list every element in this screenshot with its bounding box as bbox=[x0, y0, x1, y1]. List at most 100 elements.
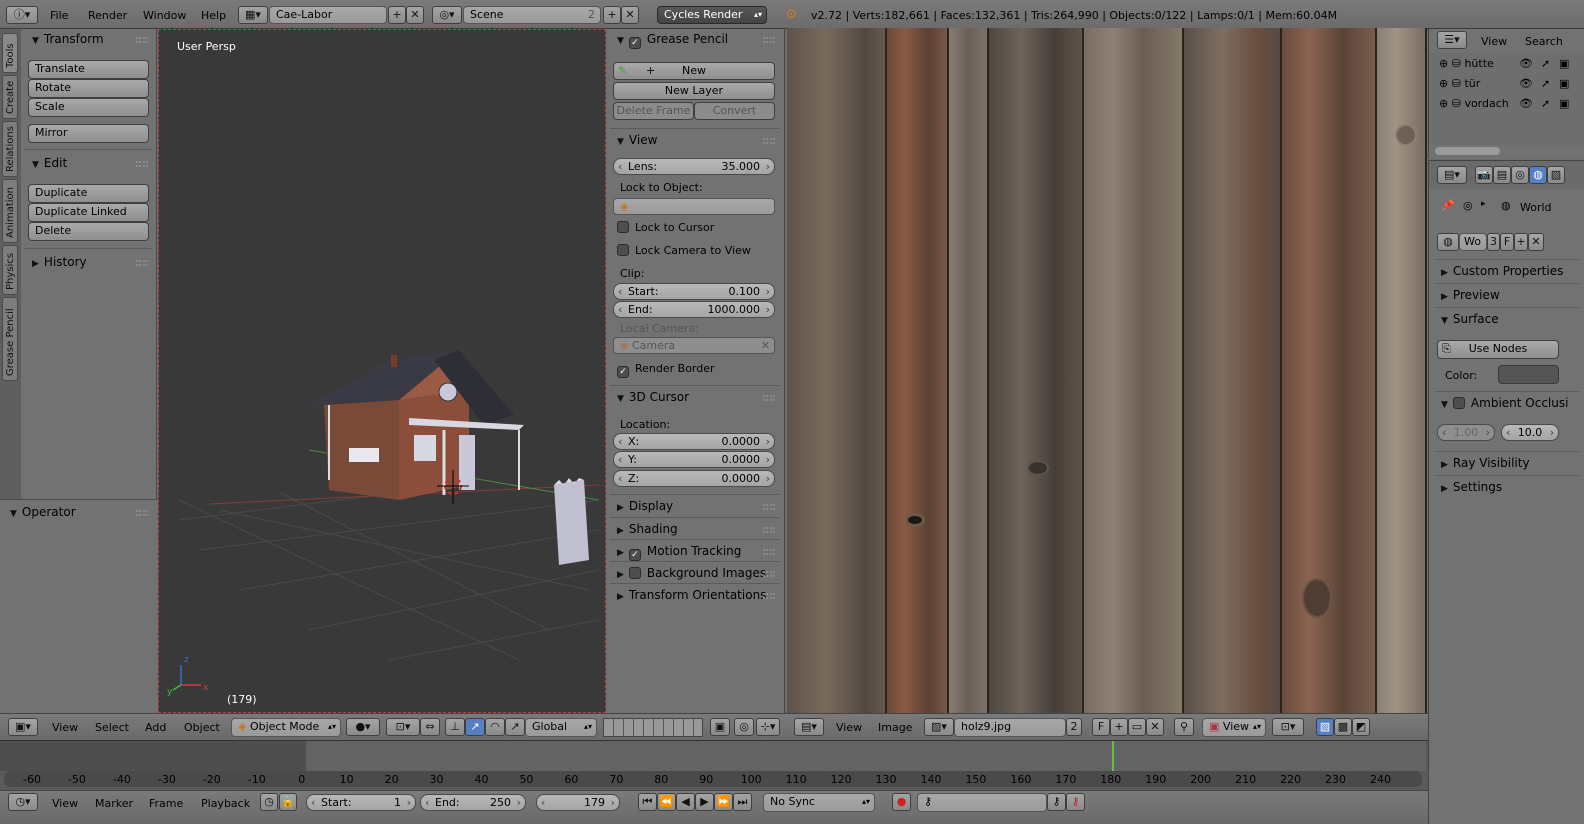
world-unlink-icon[interactable]: ✕ bbox=[1528, 233, 1544, 251]
pin-icon[interactable]: 📌 bbox=[1441, 199, 1455, 212]
cursor-y-field[interactable]: Y:0.0000 bbox=[613, 451, 775, 468]
transform-orientations-header[interactable]: ▶ Transform Orientations bbox=[617, 585, 766, 605]
record-icon[interactable]: ● bbox=[892, 793, 911, 811]
ray-visibility-header[interactable]: ▶ Ray Visibility bbox=[1441, 453, 1530, 473]
delete-screen-button[interactable]: ✕ bbox=[406, 6, 424, 24]
view-panel-header[interactable]: ▼ View bbox=[617, 130, 657, 150]
play-icon[interactable]: ▶ bbox=[695, 793, 714, 811]
outliner-search-menu[interactable]: Search bbox=[1525, 35, 1563, 48]
layers-context-icon[interactable]: ▤ bbox=[1493, 166, 1511, 184]
delete-scene-button[interactable]: ✕ bbox=[621, 6, 639, 24]
translate-manipulator-icon[interactable]: ⊥ bbox=[445, 718, 465, 736]
tab-animation[interactable]: Animation bbox=[2, 179, 18, 243]
outliner-view-menu[interactable]: View bbox=[1481, 35, 1507, 48]
preview-range-icon[interactable]: ◷ bbox=[260, 793, 278, 811]
grease-pencil-new-button[interactable]: ✎ + New bbox=[613, 62, 775, 80]
timeline[interactable]: -60 -50 -40 -30 -20 -10 0 10 20 30 40 50 60 70 80 90 100… bbox=[0, 740, 1428, 790]
render-camera-icon[interactable]: ▣ bbox=[1559, 97, 1569, 110]
ambient-occlusion-header[interactable]: ▼ Ambient Occlusi bbox=[1441, 393, 1568, 413]
tab-physics[interactable]: Physics bbox=[2, 245, 18, 295]
duplicate-linked-button[interactable]: Duplicate Linked bbox=[28, 203, 149, 222]
properties-editor-type-icon[interactable]: ▤▾ bbox=[1437, 166, 1467, 184]
render-layer-icon[interactable]: ▣ bbox=[710, 718, 730, 736]
display-panel-header[interactable]: ▶ Display bbox=[617, 496, 673, 516]
screen-layout-icon[interactable]: ▦▾ bbox=[238, 6, 268, 24]
3d-cursor-header[interactable]: ▼ 3D Cursor bbox=[617, 387, 689, 407]
render-engine-select[interactable]: Cycles Render ▴▾ bbox=[657, 6, 767, 24]
shading-panel-header[interactable]: ▶ Shading bbox=[617, 519, 678, 539]
outliner-item[interactable]: ⊕ ⛁ vordach bbox=[1439, 97, 1509, 110]
tab-create[interactable]: Create bbox=[2, 75, 18, 119]
delete-frame-button[interactable]: Delete Frame bbox=[613, 102, 694, 120]
outliner-editor-type-icon[interactable]: ☰▾ bbox=[1437, 31, 1467, 49]
drag-grip-icon[interactable] bbox=[763, 37, 775, 43]
duplicate-button[interactable]: Duplicate bbox=[28, 184, 149, 203]
world-color-swatch[interactable] bbox=[1498, 365, 1559, 384]
z-buffer-icon[interactable]: ◩ bbox=[1352, 718, 1370, 736]
render-border-checkbox[interactable]: ✓ Render Border bbox=[617, 362, 715, 378]
drag-grip-icon[interactable] bbox=[763, 593, 775, 599]
motion-tracking-checkbox[interactable]: ✓ bbox=[628, 549, 641, 561]
drag-grip-icon[interactable] bbox=[763, 395, 775, 401]
lock-camera-checkbox[interactable]: Lock Camera to View bbox=[617, 244, 751, 257]
translate-button[interactable]: Translate bbox=[28, 60, 149, 79]
display-channels-icon[interactable]: ▧ bbox=[1316, 718, 1334, 736]
open-image-icon[interactable]: ▭ bbox=[1128, 718, 1146, 736]
menu-file[interactable]: File bbox=[50, 9, 68, 22]
image-menu-view[interactable]: View bbox=[836, 721, 862, 734]
visibility-eye-icon[interactable]: 👁 bbox=[1519, 57, 1533, 70]
ambient-occlusion-checkbox[interactable] bbox=[1452, 397, 1465, 409]
start-frame-field[interactable]: Start:1 bbox=[306, 794, 416, 811]
ao-distance-field[interactable]: 10.0 bbox=[1501, 424, 1559, 441]
timeline-menu-marker[interactable]: Marker bbox=[95, 797, 133, 810]
scene-field[interactable]: Scene 2 bbox=[463, 6, 601, 24]
outliner-item[interactable]: ⊕ ⛁ hütte bbox=[1439, 57, 1494, 70]
image-pivot-icon[interactable]: ⊡▾ bbox=[1272, 718, 1304, 736]
select-cursor-icon[interactable]: ➚ bbox=[1541, 57, 1550, 70]
image-view-mode-select[interactable]: ▣ View ▴▾ bbox=[1202, 718, 1266, 737]
drag-grip-icon[interactable] bbox=[763, 138, 775, 144]
grease-pencil-header[interactable]: ▼ ✓ Grease Pencil bbox=[617, 29, 728, 49]
new-image-icon[interactable]: + bbox=[1110, 718, 1128, 736]
viewport-shading-icon[interactable]: ●▾ bbox=[346, 718, 380, 736]
add-screen-button[interactable]: + bbox=[388, 6, 406, 24]
snap-manipulator-icon[interactable]: ↗ bbox=[505, 718, 525, 736]
render-context-icon[interactable]: 📷 bbox=[1475, 166, 1493, 184]
current-frame-line[interactable] bbox=[1112, 741, 1114, 771]
manipulator-toggle-icon[interactable]: ⇔ bbox=[420, 718, 440, 736]
visibility-eye-icon[interactable]: 👁 bbox=[1519, 77, 1533, 90]
delete-keyframe-icon[interactable]: ⚷ bbox=[1066, 793, 1085, 811]
world-users-count[interactable]: 3 bbox=[1487, 233, 1500, 251]
screen-layout-field[interactable]: Cae-Labor bbox=[269, 6, 387, 24]
timeline-menu-view[interactable]: View bbox=[52, 797, 78, 810]
play-reverse-icon[interactable]: ◀ bbox=[676, 793, 695, 811]
drag-grip-icon[interactable] bbox=[763, 527, 775, 533]
snap-icon[interactable]: ⊹▾ bbox=[756, 718, 780, 736]
current-frame-field[interactable]: 179 bbox=[536, 794, 620, 811]
local-camera-field[interactable]: ◈ Camera ✕ bbox=[613, 337, 775, 354]
object-context-icon[interactable]: ▧ bbox=[1547, 166, 1565, 184]
alpha-channel-icon[interactable]: ▩ bbox=[1334, 718, 1352, 736]
drag-grip-icon[interactable] bbox=[136, 260, 148, 266]
proportional-edit-icon[interactable]: ◎ bbox=[734, 718, 754, 736]
outliner-scrollbar[interactable] bbox=[1435, 147, 1500, 155]
grease-pencil-checkbox[interactable]: ✓ bbox=[628, 37, 641, 49]
sync-mode-select[interactable]: No Sync ▴▾ bbox=[763, 793, 875, 812]
drag-grip-icon[interactable] bbox=[136, 510, 148, 516]
jump-start-icon[interactable]: ⏮ bbox=[638, 793, 657, 811]
tab-grease-pencil[interactable]: Grease Pencil bbox=[2, 297, 18, 381]
cursor-x-field[interactable]: X:0.0000 bbox=[613, 433, 775, 450]
use-nodes-button[interactable]: ⎘ Use Nodes bbox=[1437, 340, 1559, 359]
keying-set-field[interactable]: ⚷ bbox=[917, 793, 1047, 812]
world-context-icon[interactable]: ◍ bbox=[1529, 166, 1547, 184]
preview-header[interactable]: ▶ Preview bbox=[1441, 285, 1500, 305]
3d-viewport[interactable]: User Persp z x y (179) bbox=[158, 29, 606, 713]
background-images-checkbox[interactable] bbox=[628, 567, 641, 579]
tab-relations[interactable]: Relations bbox=[2, 121, 18, 177]
jump-end-icon[interactable]: ⏭ bbox=[733, 793, 752, 811]
drag-grip-icon[interactable] bbox=[763, 571, 775, 577]
operator-panel-header[interactable]: ▼ Operator bbox=[10, 502, 76, 522]
scale-manipulator-icon[interactable]: ◠ bbox=[485, 718, 505, 736]
unlink-image-icon[interactable]: ✕ bbox=[1146, 718, 1164, 736]
custom-properties-header[interactable]: ▶ Custom Properties bbox=[1441, 261, 1563, 281]
